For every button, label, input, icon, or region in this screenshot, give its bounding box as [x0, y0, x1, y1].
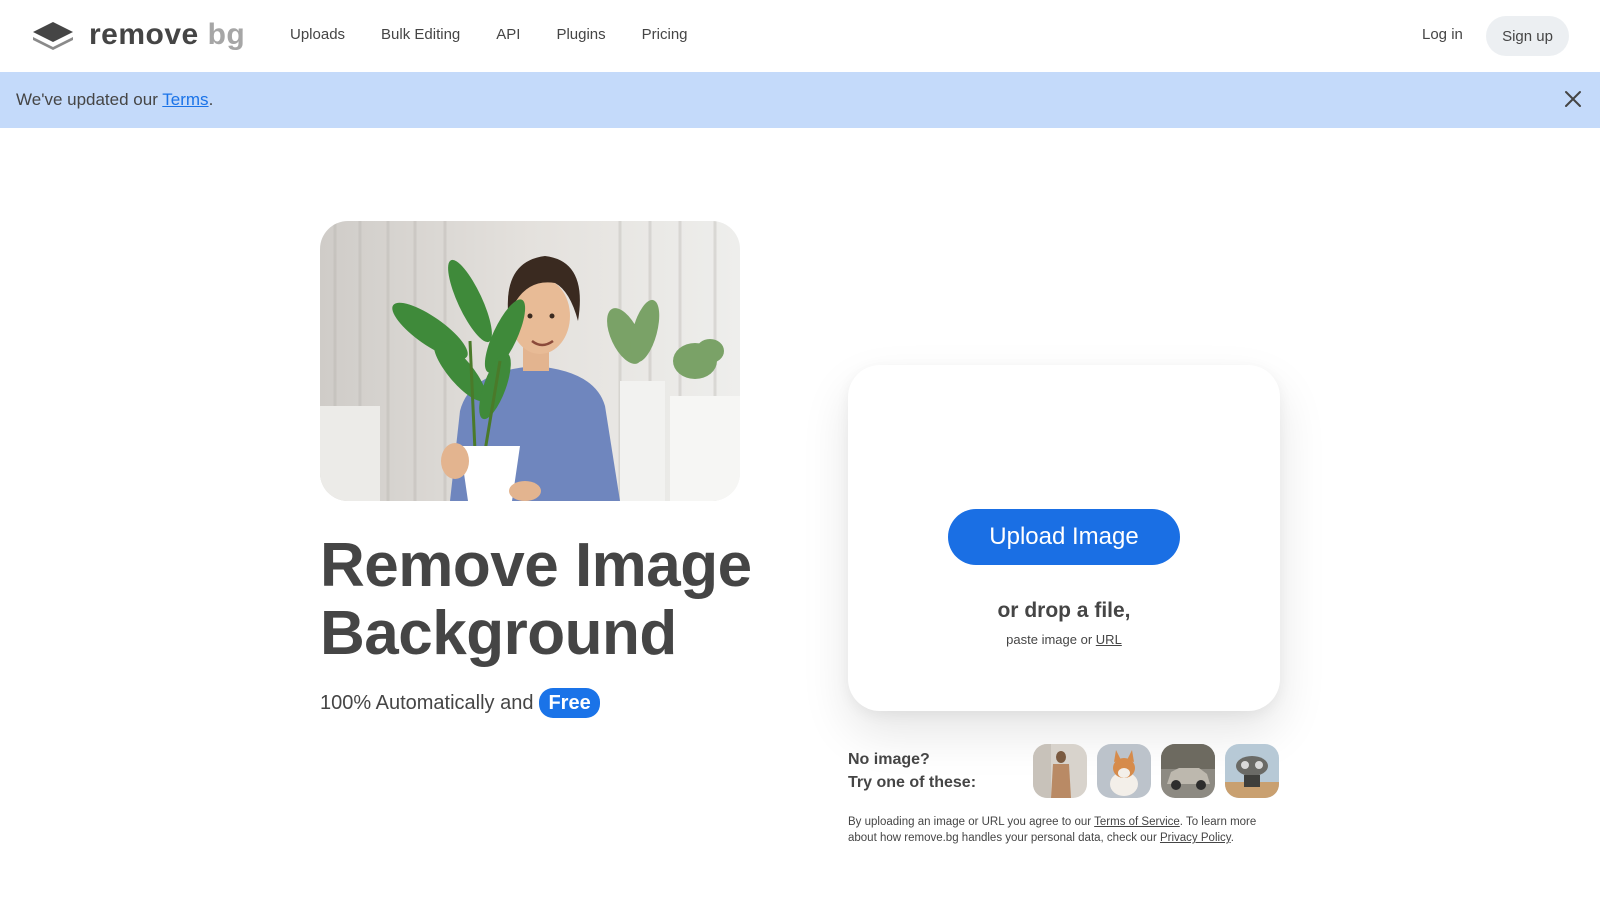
logo-icon	[33, 22, 73, 50]
sample-prompt: No image? Try one of these:	[848, 751, 977, 791]
url-link[interactable]: URL	[1096, 632, 1122, 647]
free-badge: Free	[539, 688, 600, 718]
upload-card[interactable]: Upload Image or drop a file, paste image…	[848, 365, 1280, 711]
nav-plugins[interactable]: Plugins	[556, 24, 605, 46]
upload-image-button[interactable]: Upload Image	[948, 509, 1180, 565]
close-icon[interactable]	[1562, 88, 1584, 110]
hero-subtitle: 100% Automatically and Free	[320, 688, 600, 718]
logo[interactable]: remove bg	[31, 18, 245, 52]
main-nav: Uploads Bulk Editing API Plugins Pricing	[290, 24, 724, 46]
sample-woman-thumb[interactable]	[1033, 744, 1087, 798]
page-title: Remove Image Background	[320, 531, 752, 668]
legal-notice: By uploading an image or URL you agree t…	[848, 816, 1257, 844]
sample-dog-thumb[interactable]	[1097, 744, 1151, 798]
nav-bulk-editing[interactable]: Bulk Editing	[381, 24, 460, 46]
signup-button[interactable]: Sign up	[1486, 16, 1569, 56]
drop-text: or drop a file,	[997, 599, 1131, 622]
banner-text: We've updated our Terms.	[16, 90, 214, 109]
terms-link[interactable]: Terms	[162, 90, 208, 109]
terms-banner: We've updated our Terms.	[0, 72, 1600, 128]
login-link[interactable]: Log in	[1422, 24, 1463, 46]
logo-text: remove bg	[89, 18, 246, 51]
privacy-policy-link[interactable]: Privacy Policy	[1160, 832, 1231, 844]
sample-robot-thumb[interactable]	[1225, 744, 1279, 798]
hero-photo	[320, 221, 740, 501]
nav-uploads[interactable]: Uploads	[290, 24, 345, 46]
nav-api[interactable]: API	[496, 24, 520, 46]
paste-text: paste image or URL	[1006, 632, 1122, 647]
sample-thumbnails	[1033, 744, 1279, 798]
nav-pricing[interactable]: Pricing	[642, 24, 688, 46]
header: remove bg Uploads Bulk Editing API Plugi…	[0, 0, 1600, 72]
sample-car-thumb[interactable]	[1161, 744, 1215, 798]
terms-of-service-link[interactable]: Terms of Service	[1094, 816, 1180, 828]
